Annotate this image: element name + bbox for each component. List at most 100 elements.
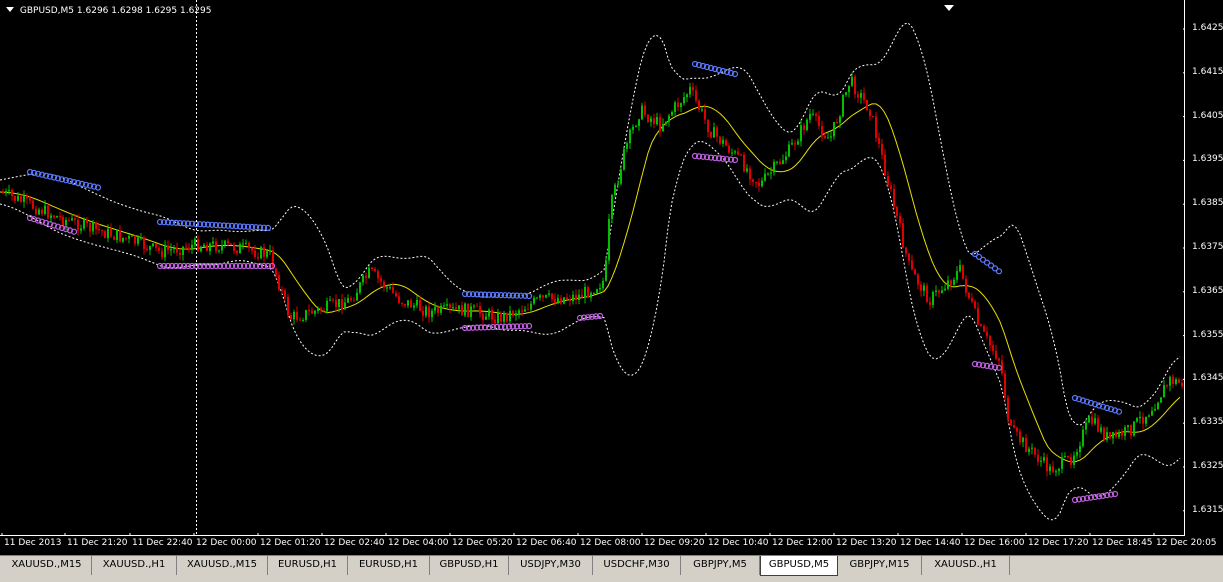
candle-body (620, 169, 622, 184)
candle-body (227, 240, 229, 244)
candle-body (959, 264, 961, 272)
chart-tab[interactable]: XAUUSD.,H1 (92, 556, 177, 575)
candle-body (737, 151, 739, 155)
candle-body (686, 94, 688, 97)
candle-body (1040, 460, 1042, 462)
candle-body (404, 304, 406, 306)
candle-body (11, 190, 13, 196)
time-label: 11 Dec 2013 (4, 538, 62, 548)
candle-body (203, 244, 205, 247)
candle-body (911, 260, 913, 270)
candle-body (887, 175, 889, 186)
candle-body (8, 190, 10, 191)
chart-menu-triangle-icon[interactable] (6, 7, 14, 12)
candle-body (743, 154, 745, 172)
time-label: 12 Dec 08:00 (580, 538, 641, 548)
candle-body (866, 100, 868, 111)
chart-tab[interactable]: GBPUSD,M5 (760, 556, 838, 576)
candle-body (500, 312, 502, 322)
time-label: 12 Dec 14:40 (900, 538, 961, 548)
candle-body (437, 307, 439, 313)
candle-body (1076, 452, 1078, 456)
price-chart[interactable]: GBPUSD,M5 1.6296 1.6298 1.6295 1.6295 1.… (0, 0, 1223, 556)
candle-body (410, 300, 412, 308)
candle-body (1166, 385, 1168, 387)
candle-body (1037, 454, 1039, 462)
chart-shift-marker-icon[interactable] (944, 5, 954, 11)
price-label: 1.6335 (1192, 417, 1223, 428)
candle-body (56, 216, 58, 218)
candle-body (908, 253, 910, 261)
chart-tab[interactable]: GBPJPY,M15 (838, 556, 922, 575)
chart-tab[interactable]: EURUSD,H1 (348, 556, 430, 575)
symbol-info: GBPUSD,M5 1.6296 1.6298 1.6295 1.6295 (6, 6, 211, 16)
candle-body (938, 290, 940, 293)
candle-body (179, 252, 181, 255)
candle-body (659, 117, 661, 131)
chart-tab[interactable]: USDJPY,M30 (509, 556, 593, 575)
candle-body (1103, 427, 1105, 440)
candle-body (419, 300, 421, 311)
candle-body (848, 85, 850, 93)
time-label: 12 Dec 06:40 (516, 538, 577, 548)
candle-body (968, 292, 970, 299)
chart-tab[interactable]: EURUSD,H1 (268, 556, 348, 575)
candle-body (557, 298, 559, 304)
candle-body (989, 336, 991, 346)
candle-body (983, 326, 985, 332)
candle-body (398, 296, 400, 303)
candle-body (770, 172, 772, 174)
chart-tab[interactable]: USDCHF,M30 (593, 556, 681, 575)
chart-tab[interactable]: XAUUSD.,M15 (177, 556, 268, 575)
candle-body (530, 303, 532, 310)
candle-body (434, 307, 436, 311)
chart-tab[interactable]: GBPUSD,H1 (430, 556, 509, 575)
candle-body (863, 93, 865, 100)
candle-body (980, 324, 982, 326)
candle-body (1163, 385, 1165, 398)
candle-body (329, 299, 331, 301)
candle-body (125, 237, 127, 239)
candle-body (878, 137, 880, 144)
candle-body (539, 295, 541, 298)
candle-body (212, 241, 214, 244)
candle-body (551, 293, 553, 299)
candle-body (14, 196, 16, 201)
candle-body (596, 289, 598, 293)
candle-body (260, 247, 262, 259)
candle-body (359, 282, 361, 293)
candle-body (185, 246, 187, 248)
candle-body (455, 307, 457, 310)
candle-body (98, 229, 100, 231)
chart-tab[interactable]: GBPJPY,M5 (681, 556, 760, 575)
candle-body (758, 182, 760, 187)
time-label: 12 Dec 02:40 (324, 538, 385, 548)
candle-body (335, 299, 337, 308)
time-axis[interactable]: 11 Dec 2013 11 Dec 21:20 11 Dec 22:40 12 De… (0, 536, 1217, 552)
chart-tab[interactable]: XAUUSD.,M15 (2, 556, 92, 575)
candle-body (254, 250, 256, 257)
chart-tab[interactable]: XAUUSD.,H1 (922, 556, 1010, 575)
candle-body (1169, 376, 1171, 386)
candle-body (77, 219, 79, 231)
candle-body (896, 206, 898, 217)
candle-body (233, 244, 235, 251)
candle-body (803, 125, 805, 130)
candle-body (29, 198, 31, 201)
candle-body (497, 312, 499, 324)
candle-body (806, 119, 808, 131)
candle-body (1034, 447, 1036, 455)
price-axis[interactable]: 1.6425 1.6415 1.6405 1.6395 1.6385 1.6375 1.63… (1185, 0, 1223, 536)
candle-body (752, 179, 754, 182)
candle-body (323, 310, 325, 312)
candle-body (200, 246, 202, 252)
candle-body (182, 246, 184, 255)
candle-body (377, 271, 379, 279)
candle-body (503, 312, 505, 322)
price-label: 1.6405 (1192, 110, 1223, 121)
candle-body (782, 160, 784, 164)
candle-body (479, 306, 481, 314)
candle-body (950, 280, 952, 285)
candle-body (446, 304, 448, 306)
chart-canvas[interactable] (0, 0, 1185, 536)
